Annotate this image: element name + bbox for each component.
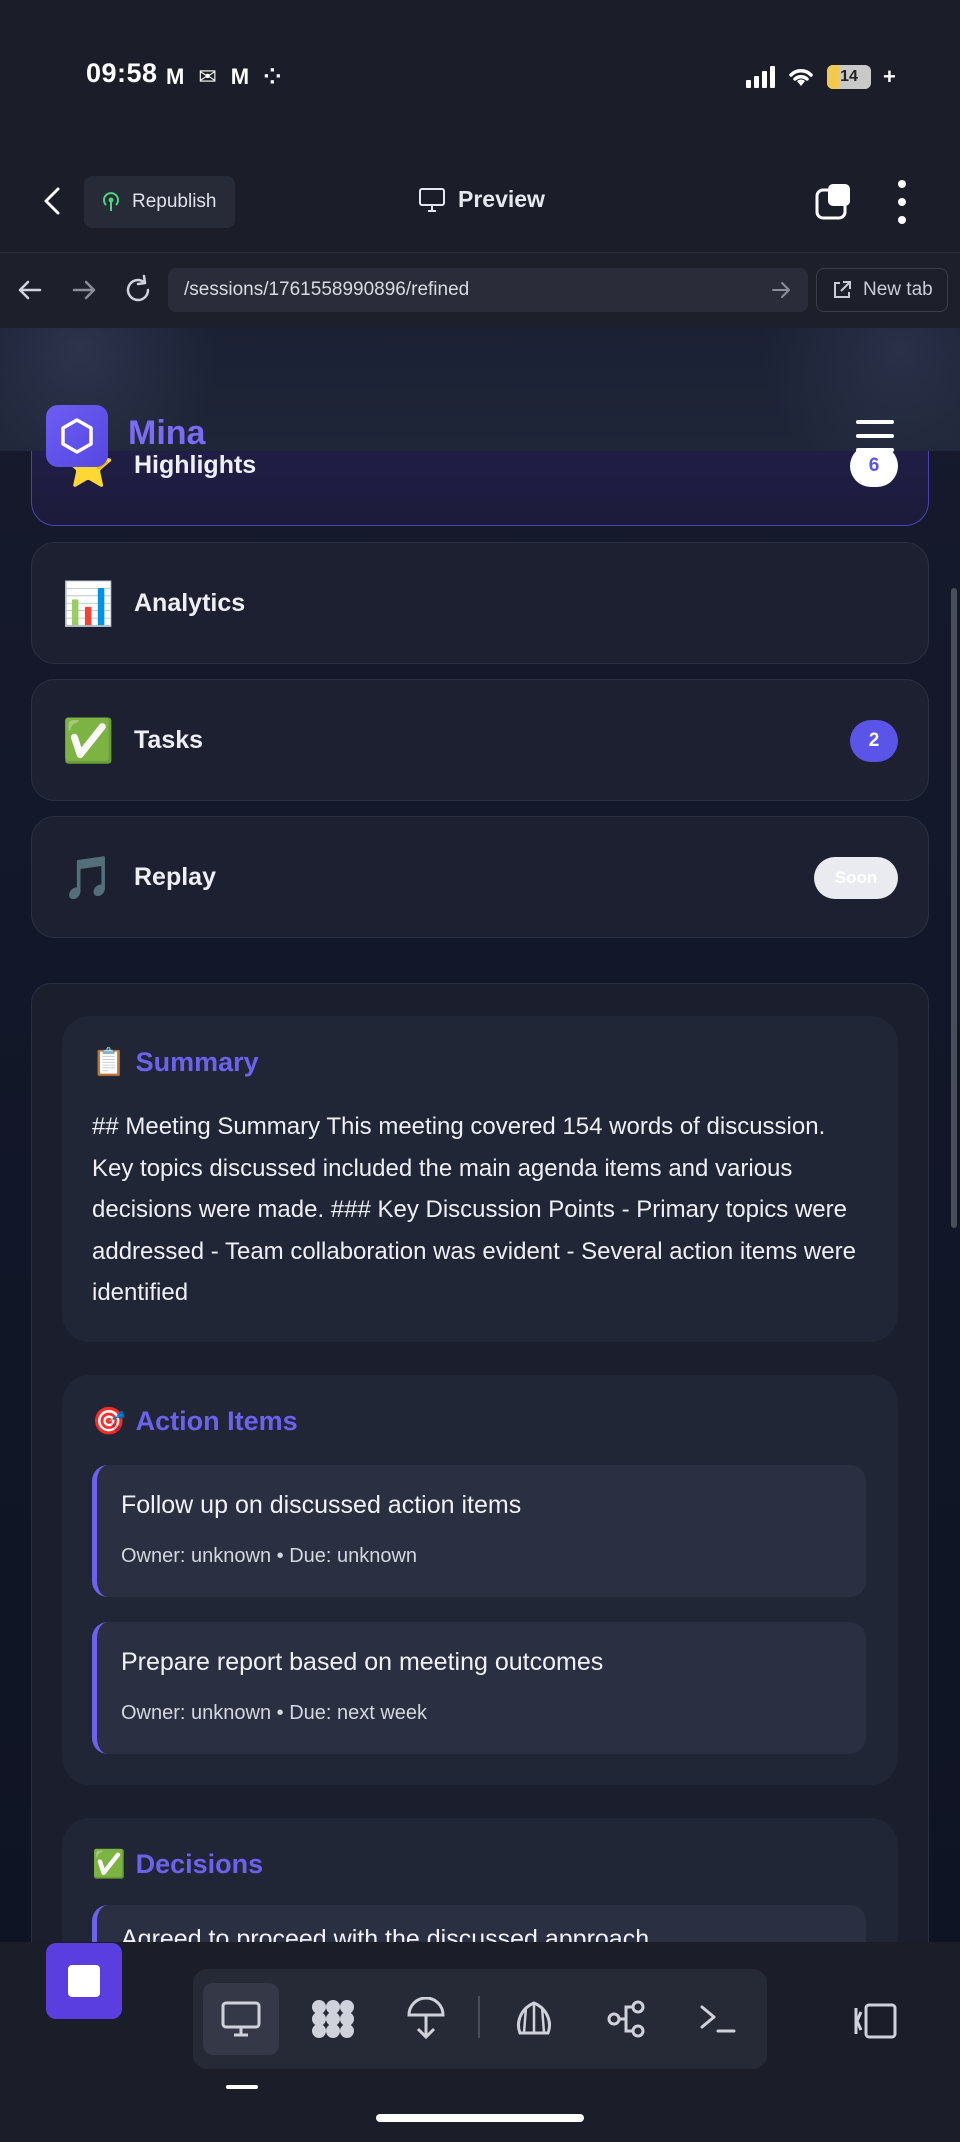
nav-label: Replay: [134, 863, 216, 891]
action-item[interactable]: Follow up on discussed action items Owne…: [92, 1465, 866, 1597]
components-button[interactable]: [295, 1983, 371, 2055]
nav-forward-icon[interactable]: [68, 274, 100, 306]
terminal-icon: [700, 2005, 736, 2033]
go-arrow-icon[interactable]: [770, 279, 792, 301]
scrollbar[interactable]: [951, 588, 957, 1228]
m-app-icon: M: [230, 64, 250, 89]
republish-button[interactable]: Republish: [84, 176, 235, 228]
logo-icon[interactable]: [46, 405, 108, 467]
republish-label: Republish: [132, 191, 217, 212]
hamburger-menu-icon[interactable]: [856, 420, 894, 452]
shell-icon: [517, 2001, 551, 2035]
nav-item-tasks[interactable]: ✅ Tasks 2: [31, 679, 929, 801]
summary-text: ## Meeting Summary This meeting covered …: [92, 1113, 856, 1306]
action-item-title: Follow up on discussed action items: [121, 1491, 522, 1519]
nav-label: Analytics: [134, 589, 246, 617]
tabs-icon[interactable]: [814, 182, 854, 222]
branch-icon: [607, 2000, 645, 2038]
nav-label: Highlights: [134, 451, 257, 479]
summary-heading: 📋 Summary: [92, 1046, 259, 1078]
checkmark-icon: ✅: [62, 717, 115, 764]
publish-button[interactable]: [388, 1983, 464, 2055]
parachute-icon: [407, 1997, 445, 2040]
brand-name: Mina: [128, 414, 206, 452]
home-indicator: [376, 2114, 584, 2122]
action-items-heading: 🎯 Action Items: [92, 1405, 298, 1437]
summary-title: Summary: [135, 1046, 259, 1077]
new-tab-label: New tab: [863, 279, 933, 300]
chart-icon: 📊: [62, 580, 115, 627]
action-items-title: Action Items: [135, 1405, 298, 1436]
clipboard-icon: 📋: [92, 1047, 126, 1077]
back-button[interactable]: [36, 183, 72, 219]
nav-back-icon[interactable]: [14, 274, 46, 306]
nav-label: Tasks: [134, 726, 204, 754]
hexagon-icon: [61, 418, 93, 454]
shell-button[interactable]: [496, 1983, 572, 2055]
system-icons: 14 +: [746, 64, 896, 90]
soon-badge: Soon: [814, 857, 898, 899]
battery-icon: 14: [827, 65, 871, 89]
notification-icons: M ✉ M ⁘: [166, 64, 282, 90]
more-options-icon[interactable]: [884, 180, 920, 224]
flow-button[interactable]: [588, 1983, 664, 2055]
action-item-meta: Owner: unknown • Due: next week: [121, 1702, 428, 1724]
charging-icon: +: [883, 64, 896, 89]
gmail-icon: M: [166, 64, 185, 89]
music-note-icon: 🎵: [62, 854, 115, 901]
tasks-count-badge: 2: [850, 720, 898, 762]
action-item-title: Prepare report based on meeting outcomes: [121, 1648, 604, 1676]
side-panel-icon[interactable]: [852, 2002, 898, 2040]
app-dots-icon: ⁘: [263, 64, 282, 89]
desktop-preview-button[interactable]: [203, 1983, 279, 2055]
mail-icon: ✉: [198, 64, 217, 89]
action-items-section: 🎯 Action Items Follow up on discussed ac…: [62, 1375, 898, 1785]
terminal-button[interactable]: [680, 1983, 756, 2055]
toolbar-divider: [478, 1996, 480, 2038]
decisions-title: Decisions: [135, 1848, 264, 1879]
url-text: /sessions/1761558990896/refined: [184, 279, 470, 300]
new-tab-button[interactable]: New tab: [816, 268, 948, 312]
preview-toggle[interactable]: Preview: [418, 186, 545, 213]
preview-label: Preview: [458, 186, 545, 212]
nav-item-analytics[interactable]: 📊 Analytics: [31, 542, 929, 664]
decisions-heading: ✅ Decisions: [92, 1848, 263, 1880]
external-link-icon: [834, 281, 851, 298]
monitor-icon: [419, 187, 445, 212]
target-icon: 🎯: [92, 1406, 126, 1436]
stop-button[interactable]: [46, 1943, 122, 2019]
active-tab-indicator: [226, 2085, 258, 2089]
summary-section: 📋 Summary ## Meeting Summary This meetin…: [62, 1016, 898, 1342]
checkmark-icon: ✅: [92, 1849, 126, 1879]
monitor-icon: [221, 2001, 261, 2037]
stop-icon: [68, 1965, 100, 1997]
broadcast-icon: [103, 192, 119, 211]
grid-blobs-icon: [312, 2000, 354, 2038]
action-item-meta: Owner: unknown • Due: unknown: [121, 1545, 418, 1567]
nav-item-replay[interactable]: 🎵 Replay Soon: [31, 816, 929, 938]
reload-icon[interactable]: [122, 274, 154, 306]
action-item[interactable]: Prepare report based on meeting outcomes…: [92, 1622, 866, 1754]
signal-icon: [746, 66, 775, 88]
url-input[interactable]: /sessions/1761558990896/refined: [168, 268, 808, 312]
wifi-icon: [789, 69, 813, 86]
status-time: 09:58: [86, 58, 158, 88]
